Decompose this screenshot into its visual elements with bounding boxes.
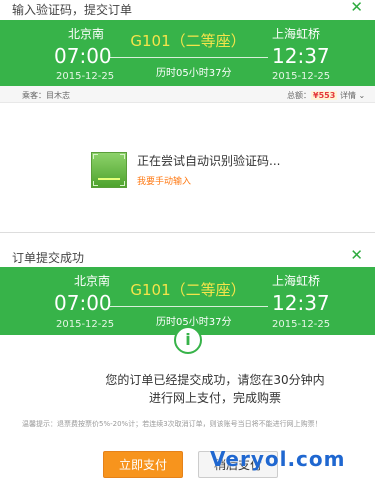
corner-mark (120, 181, 125, 186)
dialog-header: 订单提交成功 ✕ (0, 246, 375, 268)
route-line (110, 57, 268, 58)
train-number: G101（二等座） (130, 32, 246, 50)
manual-input-link[interactable]: 我要手动输入 (137, 174, 191, 187)
corner-mark (120, 154, 125, 159)
info-icon: i (174, 326, 202, 354)
ticket-summary-band: 北京南 07:00 2015-12-25 G101（二等座） 历时05小时37分… (0, 20, 375, 86)
success-message-line: 进行网上支付，完成购票 (148, 391, 281, 405)
chevron-down-icon: ⌄ (358, 91, 366, 100)
captcha-dialog: 输入验证码，提交订单 ✕ 北京南 07:00 2015-12-25 G101（二… (0, 0, 375, 233)
watermark: Veryol.com (210, 447, 346, 471)
success-message: 您的订单已经提交成功，请您在30分钟内 进行网上支付，完成购票 (75, 371, 355, 407)
pay-now-button[interactable]: 立即支付 (103, 451, 183, 478)
scan-line (98, 178, 120, 180)
total-price: ¥553 (311, 91, 338, 100)
departure-date: 2015-12-25 (56, 319, 115, 330)
arrival-date: 2015-12-25 (272, 71, 331, 82)
arrival-date: 2015-12-25 (272, 319, 331, 330)
from-station: 北京南 (74, 274, 111, 288)
warm-tip: 温馨提示：退票费按票价5%-20%计；若连续3次取消订单，则该账号当日将不能进行… (22, 420, 322, 428)
departure-time: 07:00 (54, 44, 112, 68)
dialog-title: 输入验证码，提交订单 (12, 3, 133, 17)
duration: 历时05小时37分 (156, 68, 232, 79)
train-number: G101（二等座） (130, 281, 246, 299)
total-label: 总额： (287, 91, 311, 100)
dialog-title: 订单提交成功 (12, 251, 85, 265)
to-station: 上海虹桥 (272, 27, 321, 41)
passenger-label: 乘客：目木志 (22, 91, 70, 100)
dialog-header: 输入验证码，提交订单 ✕ (0, 0, 375, 20)
arrival-time: 12:37 (272, 291, 330, 315)
arrival-time: 12:37 (272, 44, 330, 68)
passenger-bar: 乘客：目木志 总额： ¥553 详情 ⌄ (0, 86, 375, 103)
details-label: 详情 (340, 91, 356, 100)
ticket-summary-band: 北京南 07:00 2015-12-25 G101（二等座） 历时05小时37分… (0, 267, 375, 335)
from-station: 北京南 (68, 27, 105, 41)
route-line (110, 306, 268, 307)
captcha-loading-icon (91, 152, 127, 188)
total-amount: 总额： ¥553 (287, 90, 338, 101)
departure-date: 2015-12-25 (56, 71, 115, 82)
close-icon[interactable]: ✕ (350, 0, 363, 16)
success-message-line: 您的订单已经提交成功，请您在30分钟内 (105, 373, 325, 387)
corner-mark (93, 154, 98, 159)
corner-mark (93, 181, 98, 186)
departure-time: 07:00 (54, 291, 112, 315)
duration: 历时05小时37分 (156, 317, 232, 328)
to-station: 上海虹桥 (272, 274, 321, 288)
details-toggle[interactable]: 详情 ⌄ (340, 90, 365, 101)
recognizing-text: 正在尝试自动识别验证码... (137, 154, 281, 168)
close-icon[interactable]: ✕ (350, 246, 363, 264)
